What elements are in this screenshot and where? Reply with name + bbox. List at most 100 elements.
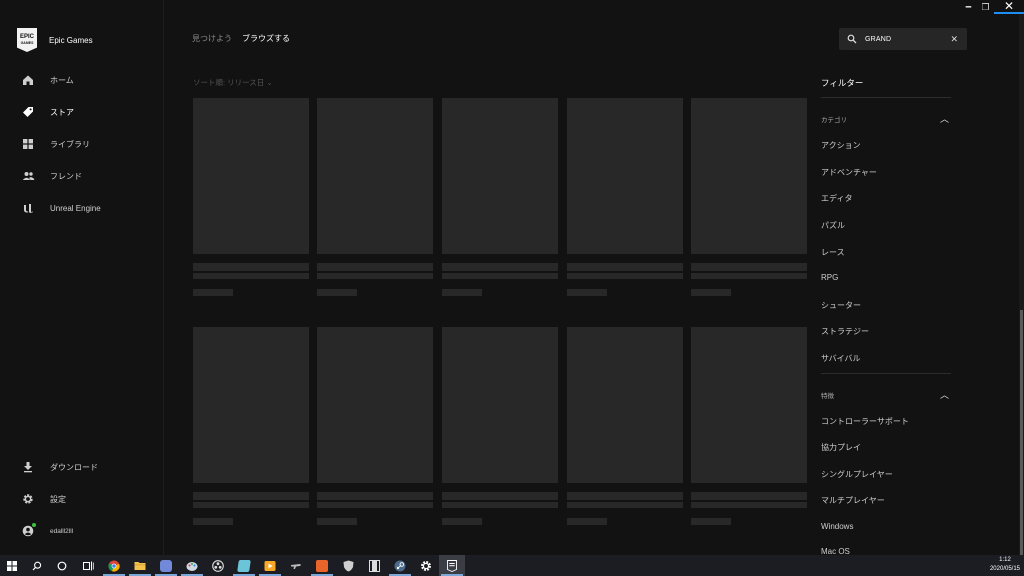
sidebar-item-label: ホーム <box>50 75 74 85</box>
store-tabs: 見つけよう ブラウズする <box>192 33 300 44</box>
game-card-placeholder[interactable] <box>567 98 683 296</box>
sidebar-item-store[interactable]: ストア <box>0 96 163 128</box>
notes-icon <box>237 559 251 572</box>
card-price-bar <box>691 289 731 296</box>
task-view-button[interactable] <box>75 555 101 576</box>
taskbar-app-obs[interactable] <box>205 555 231 576</box>
start-button[interactable] <box>0 555 24 576</box>
game-card-placeholder[interactable] <box>442 327 558 525</box>
divider <box>821 373 951 374</box>
filter-option[interactable]: アクション <box>821 140 861 151</box>
game-card-placeholder[interactable] <box>317 327 433 525</box>
card-subtitle-bar <box>691 502 807 508</box>
card-title-bar <box>691 263 807 271</box>
clear-search-icon[interactable]: ✕ <box>950 34 958 45</box>
sidebar: EPIC GAMES Epic Games ホーム ストア ライブラリ フレンド… <box>0 0 164 555</box>
shield-icon <box>343 560 353 571</box>
filter-option[interactable]: エディタ <box>821 193 852 204</box>
film-icon <box>368 559 380 572</box>
filter-option[interactable]: マルチプレイヤー <box>821 495 885 506</box>
epic-games-icon <box>447 559 457 572</box>
card-price-bar <box>193 289 233 296</box>
card-image <box>567 98 683 254</box>
card-subtitle-bar <box>193 502 309 508</box>
card-price-bar <box>317 518 357 525</box>
sidebar-item-unreal-engine[interactable]: Unreal Engine <box>0 192 163 224</box>
taskbar-app-steam[interactable] <box>387 555 413 576</box>
cortana-button[interactable] <box>49 555 75 576</box>
card-image <box>193 98 309 254</box>
card-subtitle-bar <box>567 502 683 508</box>
filter-option[interactable]: パズル <box>821 220 845 231</box>
store-browse-view: 見つけよう ブラウズする GRAND ✕ ソート順: リリース日 ⌄ フィルター… <box>164 0 1022 555</box>
search-input[interactable]: GRAND <box>865 36 950 43</box>
divider <box>821 97 951 98</box>
card-price-bar <box>442 518 482 525</box>
filter-option[interactable]: サバイバル <box>821 353 861 364</box>
discord-icon <box>160 559 172 572</box>
chevron-up-icon: ︿ <box>939 390 949 400</box>
game-card-placeholder[interactable] <box>317 98 433 296</box>
obs-icon <box>212 559 224 572</box>
filter-option[interactable]: RPG <box>821 273 838 282</box>
taskbar-app-chrome[interactable] <box>101 555 127 576</box>
taskbar-app-epic-games[interactable] <box>439 555 465 576</box>
card-title-bar <box>442 263 558 271</box>
filter-option[interactable]: 協力プレイ <box>821 442 861 453</box>
taskbar-app-notes[interactable] <box>231 555 257 576</box>
logo-row[interactable]: EPIC GAMES Epic Games <box>17 28 93 52</box>
filter-option[interactable]: Mac OS <box>821 547 850 555</box>
taskbar-app-video[interactable] <box>361 555 387 576</box>
filter-option[interactable]: シングルプレイヤー <box>821 469 893 480</box>
taskbar-app-media[interactable] <box>257 555 283 576</box>
sidebar-item-library[interactable]: ライブラリ <box>0 128 163 160</box>
filter-option[interactable]: コントローラーサポート <box>821 416 909 427</box>
card-subtitle-bar <box>193 273 309 279</box>
scrollbar-thumb[interactable] <box>1020 310 1023 555</box>
card-image <box>567 327 683 483</box>
taskbar-app-discord[interactable] <box>153 555 179 576</box>
people-icon <box>21 169 35 183</box>
clock-time: 1:12 <box>999 557 1011 563</box>
category-title: カテゴリ <box>821 116 847 124</box>
taskbar-search-button[interactable] <box>24 555 49 576</box>
folder-icon <box>134 562 146 570</box>
tab-discover[interactable]: 見つけよう <box>192 33 232 44</box>
card-image <box>317 98 433 254</box>
sidebar-item-downloads[interactable]: ダウンロード <box>0 451 163 483</box>
game-card-placeholder[interactable] <box>193 327 309 525</box>
game-card-placeholder[interactable] <box>193 98 309 296</box>
taskbar-app-paint[interactable] <box>179 555 205 576</box>
game-card-placeholder[interactable] <box>691 98 807 296</box>
search-box[interactable]: GRAND ✕ <box>839 28 967 50</box>
search-icon <box>847 34 857 44</box>
taskbar-app-settings[interactable] <box>413 555 439 576</box>
feature-title: 特徴 <box>821 392 834 400</box>
game-card-placeholder[interactable] <box>567 327 683 525</box>
system-clock[interactable]: 1:12 2020/05/15 <box>990 556 1020 574</box>
game-card-placeholder[interactable] <box>691 327 807 525</box>
sidebar-item-settings[interactable]: 設定 <box>0 483 163 515</box>
category-section-header[interactable]: カテゴリ ︿ <box>821 112 951 125</box>
sidebar-item-friends[interactable]: フレンド <box>0 160 163 192</box>
chrome-icon <box>108 560 120 572</box>
gun-icon <box>291 563 301 569</box>
filter-option[interactable]: シューター <box>821 300 861 311</box>
feature-section-header[interactable]: 特徴 ︿ <box>821 388 951 401</box>
tab-browse[interactable]: ブラウズする <box>242 33 290 44</box>
sort-dropdown[interactable]: ソート順: リリース日 ⌄ <box>193 77 273 88</box>
taskbar-app-game[interactable] <box>283 555 309 576</box>
filter-option[interactable]: Windows <box>821 522 853 531</box>
card-title-bar <box>193 492 309 500</box>
filter-option[interactable]: アドベンチャー <box>821 167 877 178</box>
card-image <box>442 98 558 254</box>
sidebar-item-profile[interactable]: edalll2lll <box>0 515 163 547</box>
game-card-placeholder[interactable] <box>442 98 558 296</box>
taskbar-app-explorer[interactable] <box>127 555 153 576</box>
taskbar-app-office[interactable] <box>309 555 335 576</box>
epic-logo-icon: EPIC GAMES <box>17 28 37 52</box>
taskbar-app-shield[interactable] <box>335 555 361 576</box>
sidebar-item-home[interactable]: ホーム <box>0 64 163 96</box>
filter-option[interactable]: ストラテジー <box>821 326 869 337</box>
filter-option[interactable]: レース <box>821 247 845 258</box>
